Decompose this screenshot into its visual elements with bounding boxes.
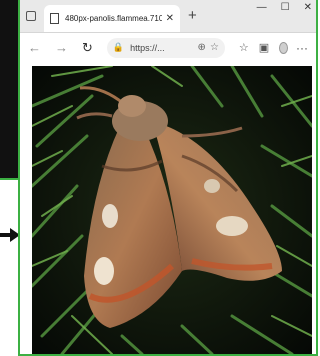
- tab-bar: 480px-panolis.flammea.7102.jpg ✕ + — ☐ ✕: [20, 0, 316, 33]
- more-icon[interactable]: ···: [296, 41, 308, 55]
- browser-tab[interactable]: 480px-panolis.flammea.7102.jpg ✕: [44, 5, 180, 32]
- maximize-icon[interactable]: ☐: [281, 2, 290, 13]
- moth-photo-svg: [32, 66, 312, 354]
- arrow-icon: [0, 228, 20, 242]
- zoom-icon[interactable]: ⊕: [198, 42, 206, 53]
- url-text: https://...: [130, 42, 165, 53]
- profile-avatar[interactable]: [279, 41, 288, 54]
- new-tab-icon[interactable]: +: [188, 7, 197, 24]
- file-icon: [50, 13, 59, 24]
- lock-icon: 🔒: [112, 42, 125, 52]
- window-controls: — ☐ ✕: [257, 2, 312, 13]
- close-icon[interactable]: ✕: [304, 2, 312, 13]
- tab-actions-icon[interactable]: [26, 11, 36, 21]
- refresh-icon[interactable]: ↻: [82, 40, 93, 56]
- moth-photo: [32, 66, 312, 354]
- forward-icon[interactable]: →: [55, 40, 68, 55]
- collections-icon[interactable]: ▣: [259, 41, 269, 54]
- page-viewport: [20, 62, 316, 354]
- browser-toolbar: ← → ↻ 🔒 https://... ⊕ ☆ ☆ ▣ ···: [20, 33, 316, 63]
- tab-close-icon[interactable]: ✕: [166, 13, 174, 24]
- address-bar[interactable]: 🔒 https://... ⊕ ☆: [106, 37, 225, 58]
- minimize-icon[interactable]: —: [257, 2, 267, 13]
- browser-window: 480px-panolis.flammea.7102.jpg ✕ + — ☐ ✕…: [18, 0, 318, 356]
- back-icon[interactable]: ←: [28, 40, 41, 55]
- tab-title: 480px-panolis.flammea.7102.jpg: [65, 14, 162, 23]
- add-favorite-icon[interactable]: ☆: [210, 42, 219, 53]
- favorites-icon[interactable]: ☆: [239, 41, 249, 54]
